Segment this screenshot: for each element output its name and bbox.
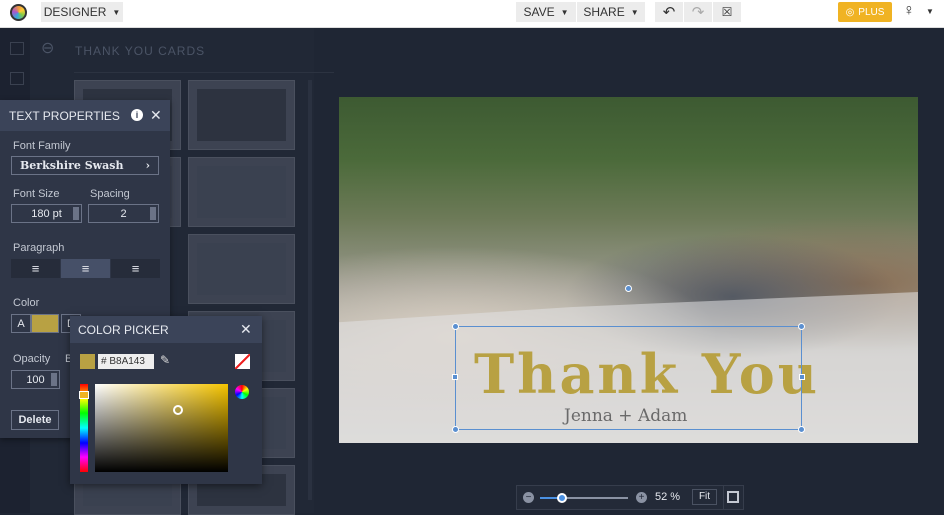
color-picker-panel: COLOR PICKER ✕ # B8A143 ✎ <box>70 316 262 484</box>
zoom-slider-handle[interactable] <box>557 493 567 503</box>
image-icon[interactable] <box>10 42 24 55</box>
share-button[interactable]: SHARE ▼ <box>577 2 645 22</box>
template-thumb[interactable] <box>188 80 295 150</box>
designer-menu[interactable]: DESIGNER ▼ <box>41 2 123 22</box>
eyedropper-icon[interactable]: ✎ <box>160 353 170 367</box>
spacing-stepper[interactable]: 2 <box>88 204 159 223</box>
resize-handle[interactable] <box>798 426 805 433</box>
selection-box[interactable] <box>455 326 802 430</box>
caret-down-icon[interactable]: ▼ <box>926 7 934 16</box>
caret-down-icon: ▼ <box>560 7 569 17</box>
zoom-slider[interactable] <box>540 493 628 503</box>
templates-title: THANK YOU CARDS <box>75 44 206 58</box>
resize-handle[interactable] <box>798 323 805 330</box>
no-color-icon[interactable] <box>235 354 250 369</box>
hex-input[interactable]: # B8A143 <box>98 354 154 369</box>
chevron-right-icon: › <box>145 159 150 172</box>
template-thumb[interactable] <box>188 234 295 304</box>
clear-icon[interactable]: ☒ <box>713 2 741 22</box>
design-canvas[interactable]: Thank You Jenna + Adam <box>339 97 918 443</box>
hue-handle[interactable] <box>79 391 89 399</box>
current-color-swatch <box>80 354 95 369</box>
resize-handle[interactable] <box>452 323 459 330</box>
color-picker-title: COLOR PICKER <box>78 322 169 337</box>
panel-title: TEXT PROPERTIES <box>9 108 120 123</box>
color-handle[interactable] <box>173 405 183 415</box>
resize-handle[interactable] <box>799 374 805 380</box>
info-icon[interactable]: i <box>131 109 143 121</box>
align-left-icon[interactable]: ≡ <box>11 259 60 278</box>
zoom-value: 52 % <box>655 491 681 503</box>
app-logo[interactable] <box>10 4 27 21</box>
align-right-icon[interactable]: ≡ <box>111 259 160 278</box>
zoom-bar: − + 52 % Fit <box>516 485 744 510</box>
fit-button[interactable]: Fit <box>692 489 717 505</box>
close-icon[interactable]: ✕ <box>150 107 162 124</box>
align-center-icon[interactable]: ≡ <box>61 259 110 278</box>
text-color-swatch[interactable] <box>31 314 59 333</box>
opacity-label: Opacity <box>13 353 51 365</box>
caret-down-icon: ▼ <box>112 7 121 17</box>
divider <box>74 72 334 73</box>
fullscreen-icon[interactable] <box>727 491 739 503</box>
spacing-label: Spacing <box>90 188 130 200</box>
text-color-label: A <box>11 314 31 333</box>
zoom-out-icon[interactable]: − <box>523 492 534 503</box>
badge-icon: ◎ <box>845 6 855 18</box>
template-thumb[interactable] <box>188 157 295 227</box>
font-family-label: Font Family <box>13 140 71 152</box>
scrollbar[interactable] <box>308 80 312 500</box>
undo-icon[interactable]: ↶ <box>655 2 683 22</box>
folder-icon[interactable] <box>10 72 24 85</box>
redo-icon[interactable]: ↷ <box>684 2 712 22</box>
resize-handle[interactable] <box>452 426 459 433</box>
caret-down-icon: ▼ <box>630 7 639 17</box>
zoom-in-icon[interactable]: + <box>636 492 647 503</box>
saturation-area[interactable] <box>95 384 228 472</box>
font-size-stepper[interactable]: 180 pt <box>11 204 82 223</box>
opacity-stepper[interactable]: 100 <box>11 370 60 389</box>
color-label: Color <box>13 297 40 309</box>
plus-button[interactable]: ◎ PLUS <box>838 2 892 22</box>
delete-button[interactable]: Delete <box>11 410 59 430</box>
top-bar: DESIGNER ▼ SAVE ▼ SHARE ▼ ↶ ↷ ☒ ◎ PLUS ♀ ▼ <box>0 0 944 28</box>
font-size-label: Font Size <box>13 188 60 200</box>
font-family-select[interactable]: Berkshire Swash › <box>11 156 159 175</box>
resize-handle[interactable] <box>452 374 458 380</box>
save-button[interactable]: SAVE ▼ <box>516 2 576 22</box>
close-icon[interactable]: ✕ <box>240 321 252 338</box>
color-wheel-icon[interactable] <box>235 385 249 399</box>
back-icon[interactable]: ⊖ <box>41 38 54 58</box>
user-avatar[interactable]: ♀ <box>903 2 915 20</box>
paragraph-label: Paragraph <box>13 242 65 254</box>
rotate-handle[interactable] <box>625 285 632 292</box>
